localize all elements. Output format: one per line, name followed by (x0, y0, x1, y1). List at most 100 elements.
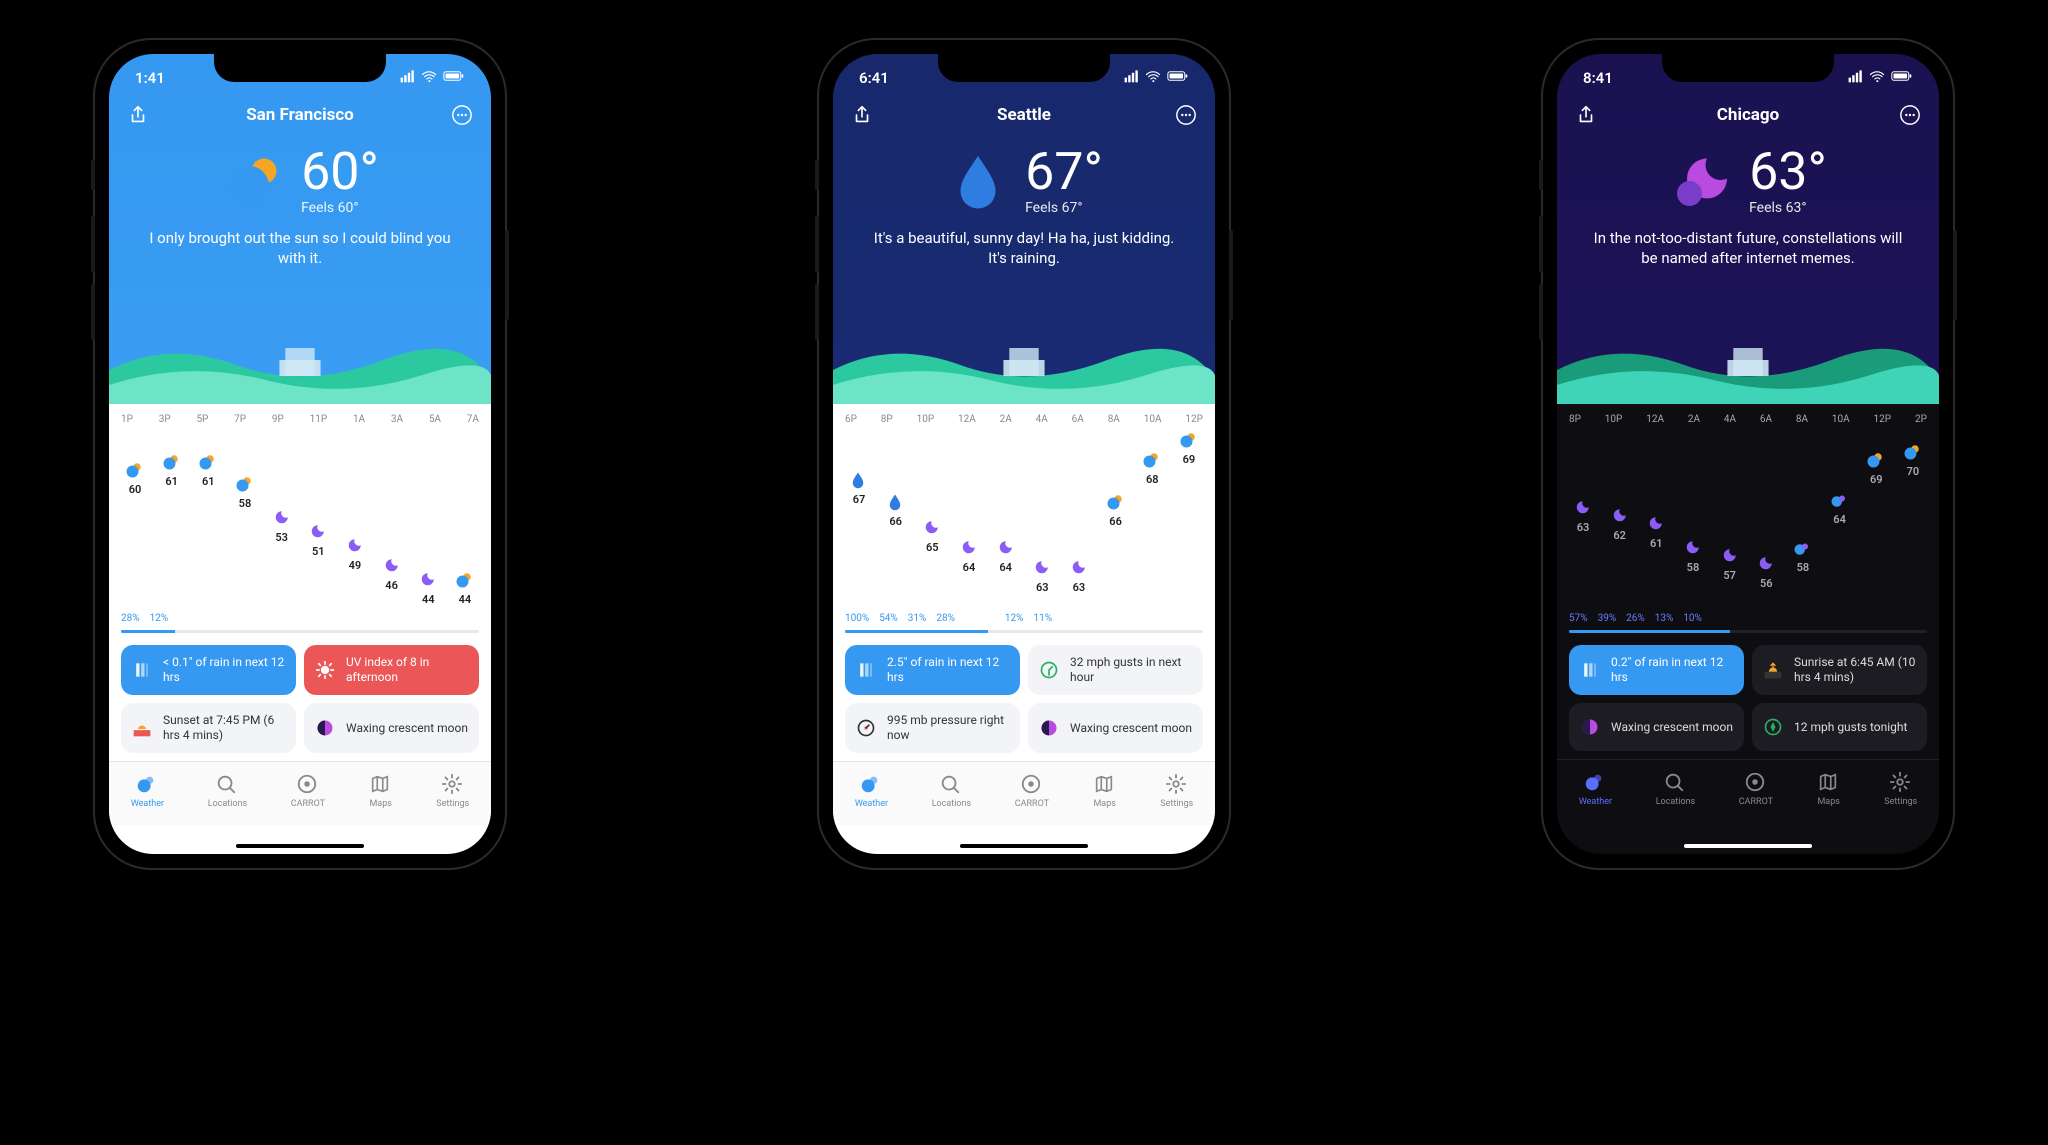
hour-axis-label: 11P (310, 414, 328, 425)
moon-icon (959, 539, 979, 559)
hour-axis-label: 7A (467, 414, 479, 425)
hourly-temp: 51 (312, 545, 325, 558)
hourly-chart[interactable]: 63626158575658646970 (1557, 425, 1939, 613)
moon-icon (1646, 515, 1666, 535)
moon-icon (1032, 559, 1052, 579)
hourly-point: 67 (843, 431, 875, 609)
sunset-icon (131, 717, 153, 739)
tab-weather-icon (1583, 771, 1607, 795)
partly-sunny-icon (198, 453, 218, 473)
card-text: Waxing crescent moon (1611, 720, 1733, 735)
partly-sunny-icon (1142, 451, 1162, 471)
hourly-temp: 62 (1613, 529, 1626, 542)
more-button[interactable] (1173, 102, 1199, 128)
signal-icon (399, 68, 415, 88)
precip-label: 12% (150, 613, 169, 624)
home-indicator[interactable] (960, 844, 1088, 848)
tab-settings[interactable]: Settings (1160, 773, 1193, 809)
tab-label: Weather (855, 799, 888, 809)
tab-weather[interactable]: Weather (131, 773, 164, 809)
hourly-temp: 63 (1073, 581, 1086, 594)
hourly-point: 61 (1640, 431, 1672, 609)
tab-weather[interactable]: Weather (855, 773, 888, 809)
signal-icon (1123, 68, 1139, 88)
moon-icon (345, 537, 365, 557)
info-card[interactable]: Waxing crescent moon (304, 703, 479, 753)
info-card[interactable]: Waxing crescent moon (1569, 703, 1744, 751)
tab-locations[interactable]: Locations (932, 773, 971, 809)
tab-maps[interactable]: Maps (1093, 773, 1117, 809)
hourly-chart[interactable]: 60616158535149464444 (109, 425, 491, 613)
precip-label: 13% (1655, 613, 1674, 624)
hourly-point: 51 (302, 431, 334, 609)
tab-label: Settings (1884, 797, 1917, 807)
info-card[interactable]: 2.5" of rain in next 12 hrs (845, 645, 1020, 695)
share-button[interactable] (1573, 102, 1599, 128)
hour-axis-label: 8P (881, 414, 893, 425)
hourly-point: 57 (1714, 431, 1746, 609)
hourly-temp: 44 (422, 593, 435, 606)
tab-carrot[interactable]: CARROT (1739, 771, 1773, 807)
moonphase-icon (1579, 716, 1601, 738)
landscape-illustration (1557, 330, 1939, 404)
city-title[interactable]: San Francisco (246, 105, 354, 125)
tab-settings[interactable]: Settings (436, 773, 469, 809)
info-card[interactable]: 995 mb pressure right now (845, 703, 1020, 753)
share-button[interactable] (125, 102, 151, 128)
info-card[interactable]: 32 mph gusts in next hour (1028, 645, 1203, 695)
hour-axis-label: 12A (958, 414, 976, 425)
partly-sunny-icon (1179, 431, 1199, 451)
precip-label: 26% (1626, 613, 1645, 624)
home-indicator[interactable] (236, 844, 364, 848)
tab-carrot-icon (1020, 773, 1044, 797)
tab-carrot[interactable]: CARROT (291, 773, 325, 809)
wifi-icon (421, 68, 437, 88)
tab-carrot[interactable]: CARROT (1015, 773, 1049, 809)
info-card[interactable]: 0.2" of rain in next 12 hrs (1569, 645, 1744, 695)
moon-icon (1573, 499, 1593, 519)
tab-maps[interactable]: Maps (369, 773, 393, 809)
tab-weather[interactable]: Weather (1579, 771, 1612, 807)
info-card[interactable]: 12 mph gusts tonight (1752, 703, 1927, 751)
hourly-temp: 63 (1036, 581, 1049, 594)
moon-icon (1720, 547, 1740, 567)
info-card[interactable]: Sunset at 7:45 PM (6 hrs 4 mins) (121, 703, 296, 753)
hourly-chart[interactable]: 67666564646363666869 (833, 425, 1215, 613)
hour-axis-label: 12A (1646, 414, 1664, 425)
hourly-temp: 67 (853, 493, 866, 506)
hourly-temp: 58 (1797, 561, 1810, 574)
info-card[interactable]: < 0.1" of rain in next 12 hrs (121, 645, 296, 695)
hour-axis-label: 2A (1000, 414, 1012, 425)
rain-drop-icon (945, 148, 1011, 214)
info-card[interactable]: UV index of 8 in afternoon (304, 645, 479, 695)
share-button[interactable] (849, 102, 875, 128)
battery-icon (1167, 65, 1189, 91)
precip-bar (1569, 630, 1927, 633)
hourly-point: 56 (1750, 431, 1782, 609)
more-button[interactable] (449, 102, 475, 128)
hourly-point: 64 (990, 431, 1022, 609)
tab-settings[interactable]: Settings (1884, 771, 1917, 807)
tab-locations[interactable]: Locations (1656, 771, 1695, 807)
hour-axis-label: 1A (353, 414, 365, 425)
card-text: 0.2" of rain in next 12 hrs (1611, 655, 1734, 685)
card-text: 2.5" of rain in next 12 hrs (887, 655, 1010, 685)
home-indicator[interactable] (1684, 844, 1812, 848)
info-card[interactable]: Sunrise at 6:45 AM (10 hrs 4 mins) (1752, 645, 1927, 695)
tab-maps-icon (1093, 773, 1117, 797)
partly-sunny-icon (1106, 493, 1126, 513)
tab-locations[interactable]: Locations (208, 773, 247, 809)
moon-icon (1610, 507, 1630, 527)
tab-maps[interactable]: Maps (1817, 771, 1841, 807)
hour-axis-label: 2P (1915, 414, 1927, 425)
more-button[interactable] (1897, 102, 1923, 128)
hourly-point: 53 (266, 431, 298, 609)
hourly-temp: 64 (963, 561, 976, 574)
info-card[interactable]: Waxing crescent moon (1028, 703, 1203, 753)
hour-axis-label: 5A (429, 414, 441, 425)
hourly-point: 69 (1860, 431, 1892, 609)
hourly-temp: 58 (1687, 561, 1700, 574)
city-title[interactable]: Chicago (1717, 105, 1779, 125)
city-title[interactable]: Seattle (997, 105, 1051, 125)
hour-axis-label: 2A (1688, 414, 1700, 425)
